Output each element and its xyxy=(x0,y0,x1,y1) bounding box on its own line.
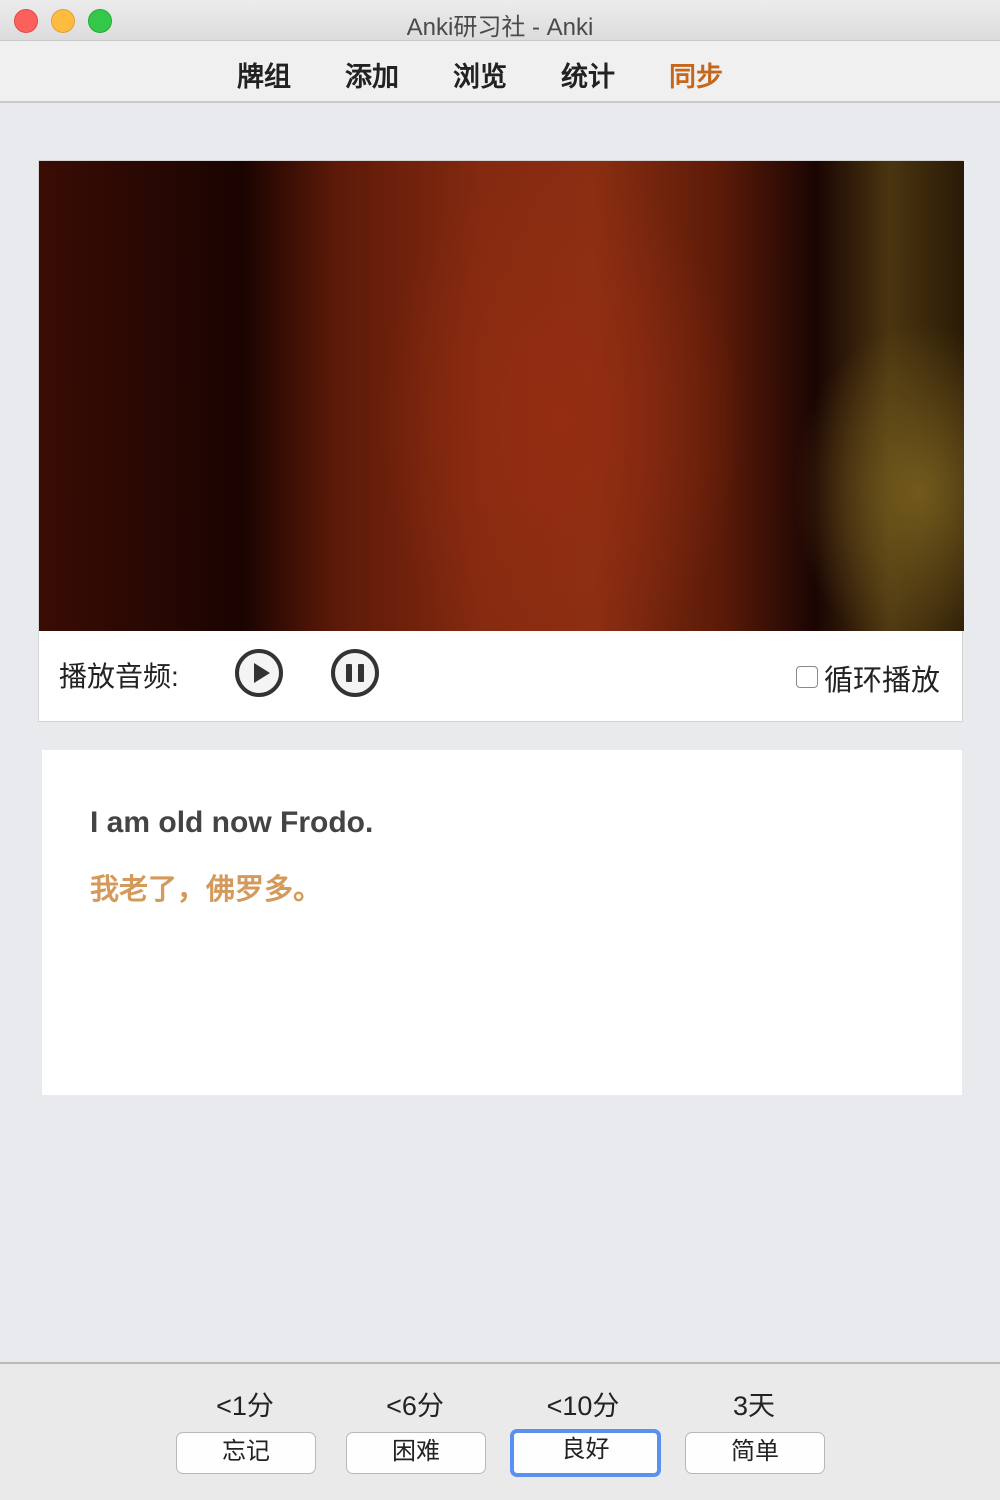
interval-again: <1分 xyxy=(216,1391,274,1421)
toolbar-decks[interactable]: 牌组 xyxy=(237,55,291,94)
anki-window: Anki研习社 - Anki 牌组 添加 浏览 统计 同步 播放音频: 循环播放… xyxy=(0,0,1000,1500)
play-audio-label: 播放音频: xyxy=(59,661,179,692)
hard-button[interactable]: 困难 xyxy=(346,1432,486,1474)
interval-easy: 3天 xyxy=(732,1391,776,1421)
toolbar-add[interactable]: 添加 xyxy=(345,55,399,94)
answer-bar: <1分 <6分 <10分 3天 忘记 困难 良好 简单 xyxy=(0,1362,1000,1500)
interval-good: <10分 xyxy=(546,1391,620,1421)
card-content: I am old now Frodo. 我老了，佛罗多。 xyxy=(42,750,962,1095)
good-button[interactable]: 良好 xyxy=(510,1429,661,1477)
easy-button[interactable]: 简单 xyxy=(685,1432,825,1474)
toolbar-sync[interactable]: 同步 xyxy=(669,55,723,94)
play-button[interactable] xyxy=(235,649,283,697)
title-bar: Anki研习社 - Anki xyxy=(0,0,1000,41)
loop-checkbox[interactable] xyxy=(796,666,818,688)
play-icon xyxy=(254,663,270,683)
video-frame[interactable] xyxy=(39,161,964,631)
loop-label[interactable]: 循环播放 xyxy=(824,657,940,699)
main-toolbar: 牌组 添加 浏览 统计 同步 xyxy=(0,41,1000,103)
card-english-sentence: I am old now Frodo. xyxy=(90,806,374,839)
again-button[interactable]: 忘记 xyxy=(176,1432,316,1474)
media-panel: 播放音频: 循环播放 xyxy=(38,160,964,722)
window-title: Anki研习社 - Anki xyxy=(406,14,594,41)
toolbar-browse[interactable]: 浏览 xyxy=(453,55,507,94)
toolbar-stats[interactable]: 统计 xyxy=(561,55,615,94)
card-chinese-translation: 我老了，佛罗多。 xyxy=(90,874,323,906)
interval-hard: <6分 xyxy=(386,1391,444,1421)
pause-button[interactable] xyxy=(331,649,379,697)
